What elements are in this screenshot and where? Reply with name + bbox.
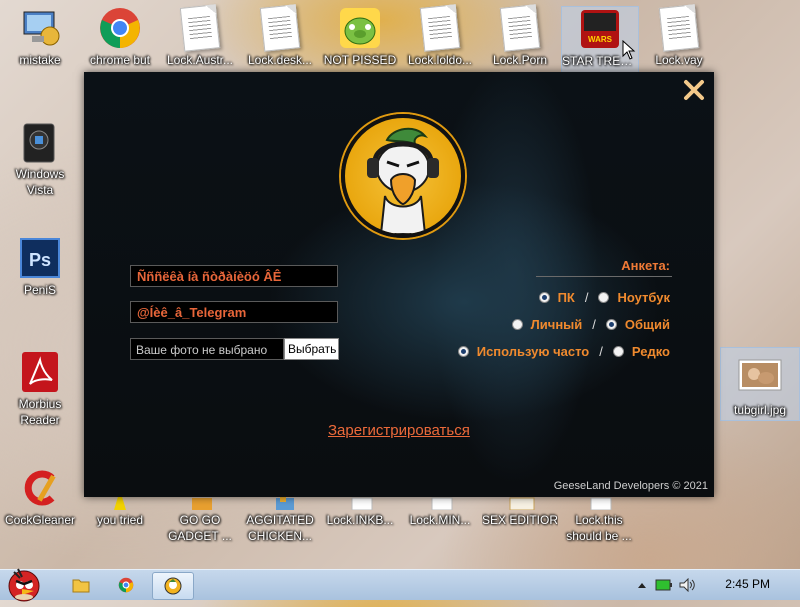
form-title: Анкета:: [621, 258, 670, 273]
radio-shared[interactable]: [605, 318, 617, 330]
desktop-icon-lock-desk[interactable]: Lock.desk...: [242, 4, 318, 68]
device-radio-row: ПК / Ноутбук: [538, 288, 670, 306]
radio-often[interactable]: [457, 345, 469, 357]
computer-settings-icon: [18, 6, 62, 50]
separator: /: [592, 316, 596, 332]
document-icon: [178, 4, 222, 52]
taskbar-explorer-button[interactable]: [60, 572, 100, 598]
goose-dj-logo: [341, 114, 465, 238]
desktop-icon-lock-loldo[interactable]: Lock.loldo...: [402, 4, 478, 68]
radio-laptop-label: Ноутбук: [617, 289, 670, 305]
radio-personal-label: Личный: [530, 316, 583, 332]
desktop-icon-cockgleaner[interactable]: CockGleaner: [2, 466, 78, 528]
choose-photo-button[interactable]: Выбрать: [284, 338, 339, 360]
document-icon: [498, 4, 542, 52]
clock[interactable]: 2:45 PM: [725, 577, 770, 591]
desktop-icon-morbius-reader[interactable]: Morbius Reader: [2, 350, 78, 428]
document-icon: [418, 4, 462, 52]
taskbar-geeseland-button[interactable]: [152, 572, 194, 600]
desktop-icon-lock-porn[interactable]: Lock.Porn: [482, 4, 558, 68]
desktop-icon-tubgirl-jpg[interactable]: tubgirl.jpg: [720, 347, 800, 421]
radio-personal[interactable]: [511, 318, 523, 330]
adobe-reader-icon: [18, 350, 62, 394]
close-button[interactable]: [682, 78, 706, 102]
vk-page-field[interactable]: [130, 265, 338, 287]
system-tray: 2:45 PM: [625, 570, 800, 600]
radio-often-label: Использую часто: [476, 343, 590, 359]
radio-rarely-label: Редко: [631, 343, 670, 359]
svg-text:WARS: WARS: [588, 35, 613, 44]
desktop-icon-windows-vista[interactable]: Windows Vista: [2, 120, 78, 198]
start-button[interactable]: [4, 564, 44, 602]
photoshop-icon: Ps: [18, 236, 62, 280]
show-hidden-icons-arrow-icon[interactable]: [637, 581, 647, 589]
chrome-icon: [118, 577, 134, 593]
usage-radio-row: Использую часто / Редко: [457, 342, 670, 360]
photo-path-field: Ваше фото не выбрано: [130, 338, 284, 360]
windows-vista-box-icon: [18, 120, 62, 164]
document-icon: [657, 4, 701, 52]
goose-app-icon: [164, 577, 182, 595]
desktop-icon-lock-vay[interactable]: Lock.vay: [641, 4, 717, 68]
desktop-icon-chrome[interactable]: chrome but: [82, 6, 158, 68]
form-divider: [536, 276, 672, 277]
mouse-cursor-icon: [622, 40, 636, 60]
ownership-radio-row: Личный / Общий: [511, 315, 670, 333]
chrome-icon: [98, 6, 142, 50]
separator: /: [584, 289, 589, 305]
folder-icon: [72, 579, 90, 593]
registration-dialog: Ваше фото не выбрано Выбрать Анкета: ПК …: [84, 72, 714, 497]
desktop-icon-penis-photoshop[interactable]: Ps PeniS: [2, 236, 78, 298]
register-link[interactable]: Зарегистрироваться: [328, 422, 470, 439]
svg-text:Ps: Ps: [29, 250, 51, 270]
footer-credits: GeeseLand Developers © 2021: [553, 480, 708, 492]
close-icon: [684, 80, 704, 100]
image-file-icon: [738, 356, 782, 400]
desktop-icon-not-pissed[interactable]: NOT PISSED: [322, 6, 398, 68]
volume-icon[interactable]: [679, 578, 697, 592]
radio-pc[interactable]: [538, 291, 550, 303]
angry-bird-start-icon: [8, 568, 40, 602]
angry-birds-pig-icon: [338, 6, 382, 50]
radio-rarely[interactable]: [612, 345, 624, 357]
document-icon: [258, 4, 302, 52]
taskbar-chrome-button[interactable]: [106, 572, 146, 598]
telegram-nick-field[interactable]: [130, 301, 338, 323]
taskbar: 2:45 PM: [0, 568, 800, 602]
radio-pc-label: ПК: [557, 289, 575, 305]
separator: /: [599, 343, 603, 359]
battery-icon[interactable]: [655, 578, 673, 592]
radio-laptop[interactable]: [598, 291, 610, 303]
star-wars-game-icon: WARS: [578, 7, 622, 51]
desktop-icon-lock-austr[interactable]: Lock.Austr...: [162, 4, 238, 68]
ccleaner-icon: [18, 466, 62, 510]
radio-shared-label: Общий: [624, 316, 670, 332]
desktop-icon-mistake[interactable]: mistake: [2, 6, 78, 68]
